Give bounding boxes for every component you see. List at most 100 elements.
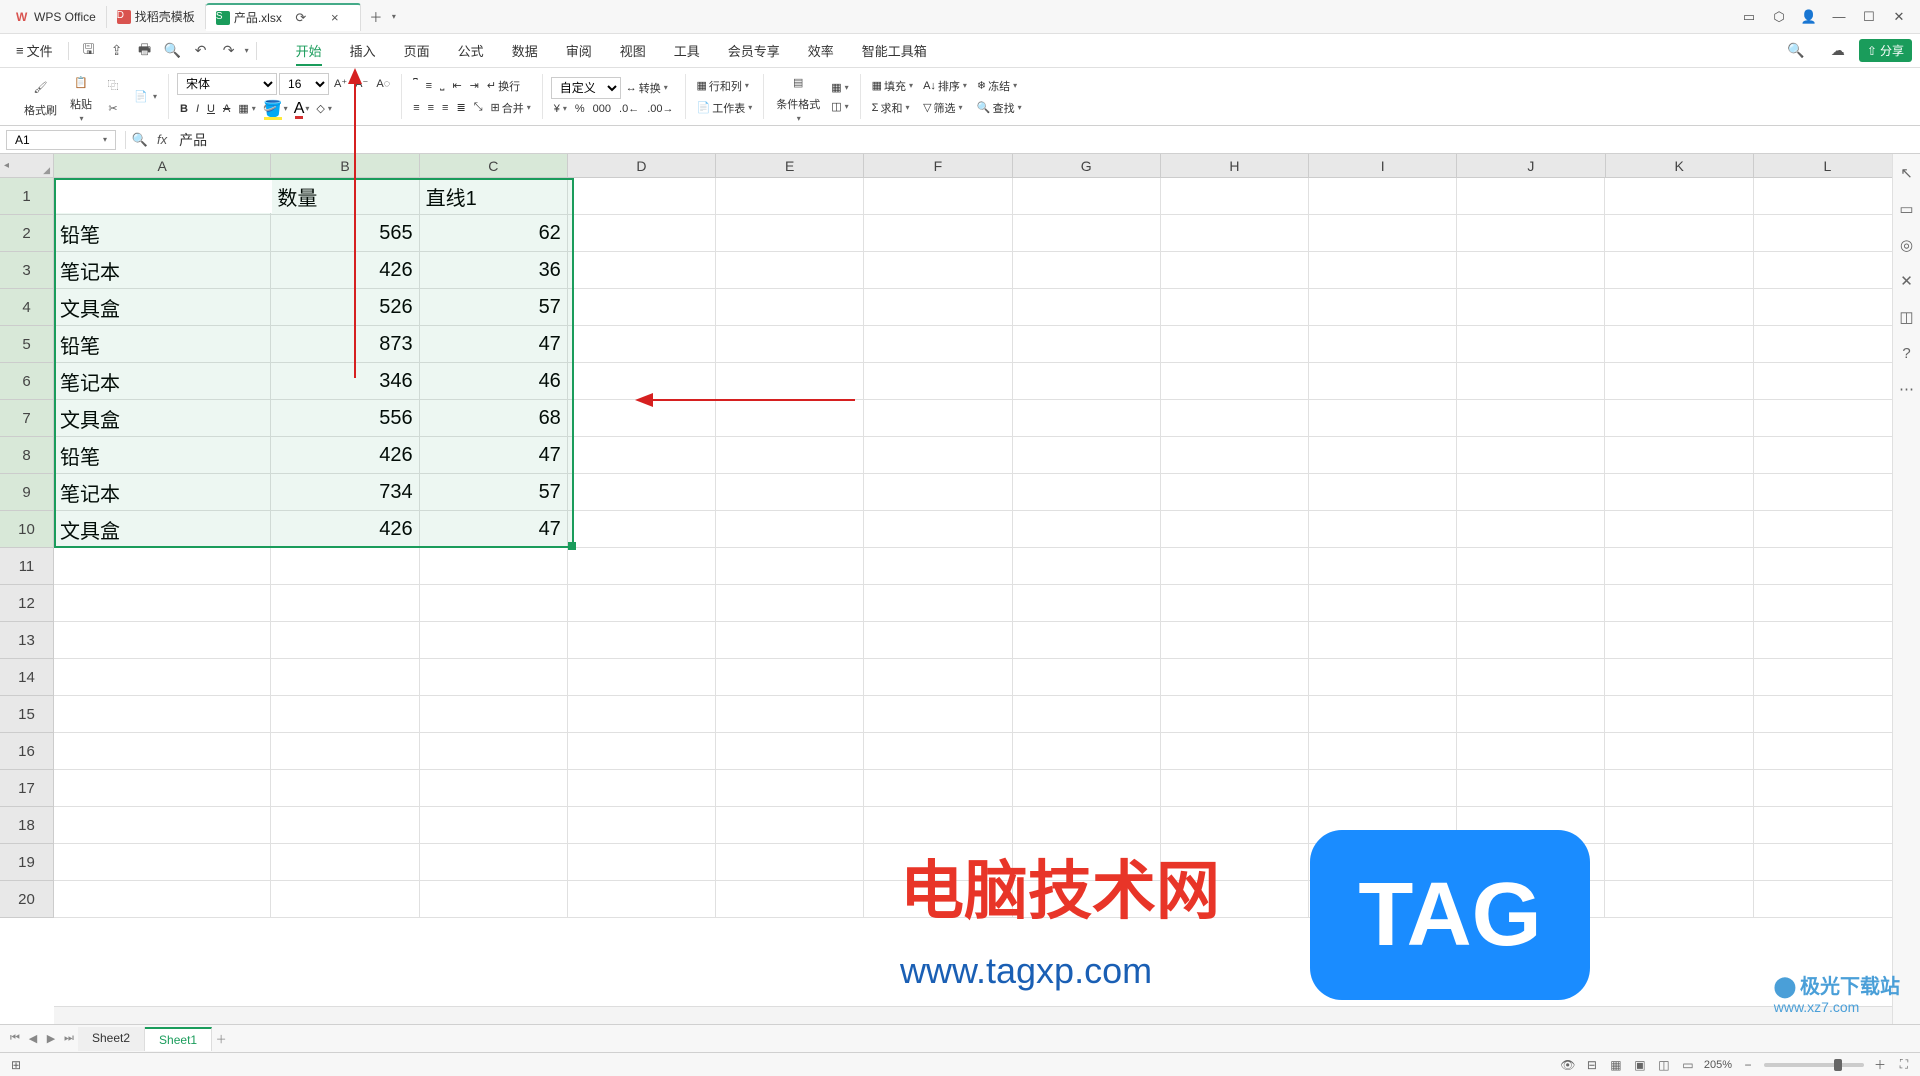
cell-E20[interactable] bbox=[716, 881, 864, 918]
cell-H13[interactable] bbox=[1161, 622, 1309, 659]
cell-H1[interactable] bbox=[1161, 178, 1309, 215]
cell-B19[interactable] bbox=[271, 844, 419, 881]
cell-A5[interactable]: 铅笔 bbox=[54, 326, 271, 363]
sheet-tab-Sheet1[interactable]: Sheet1 bbox=[145, 1027, 212, 1051]
cell-K13[interactable] bbox=[1605, 622, 1753, 659]
cell-L19[interactable] bbox=[1754, 844, 1902, 881]
cell-F3[interactable] bbox=[864, 252, 1012, 289]
cell-B14[interactable] bbox=[271, 659, 419, 696]
cell-F16[interactable] bbox=[864, 733, 1012, 770]
font-color-button[interactable]: A▾ bbox=[292, 98, 312, 120]
panel-icon-1[interactable]: ▭ bbox=[1898, 200, 1916, 218]
cell-I15[interactable] bbox=[1309, 696, 1457, 733]
menu-tab-5[interactable]: 审阅 bbox=[552, 35, 606, 66]
cell-H20[interactable] bbox=[1161, 881, 1309, 918]
cell-J19[interactable] bbox=[1457, 844, 1605, 881]
cell-L2[interactable] bbox=[1754, 215, 1902, 252]
cell-A12[interactable] bbox=[54, 585, 271, 622]
cell-G5[interactable] bbox=[1013, 326, 1161, 363]
row-header-12[interactable]: 12 bbox=[0, 585, 54, 622]
fill-color-button[interactable]: 🪣▾ bbox=[261, 97, 290, 121]
minimize-icon[interactable]: — bbox=[1830, 8, 1848, 26]
cell-F20[interactable] bbox=[864, 881, 1012, 918]
cell-H11[interactable] bbox=[1161, 548, 1309, 585]
prev-sheet-icon[interactable]: ◀ bbox=[24, 1030, 42, 1048]
eye-icon[interactable]: 👁 bbox=[1560, 1057, 1576, 1073]
row-header-13[interactable]: 13 bbox=[0, 622, 54, 659]
cell-E18[interactable] bbox=[716, 807, 864, 844]
cell-A6[interactable]: 笔记本 bbox=[54, 363, 271, 400]
cell-C17[interactable] bbox=[420, 770, 568, 807]
cell-J17[interactable] bbox=[1457, 770, 1605, 807]
qat-more-dropdown[interactable]: ▾ bbox=[245, 46, 249, 55]
cell-H17[interactable] bbox=[1161, 770, 1309, 807]
cell-E16[interactable] bbox=[716, 733, 864, 770]
fx-icon[interactable]: fx bbox=[157, 132, 167, 147]
cell-E1[interactable] bbox=[716, 178, 864, 215]
cell-H10[interactable] bbox=[1161, 511, 1309, 548]
align-center-button[interactable]: ≡ bbox=[425, 100, 437, 116]
cell-J16[interactable] bbox=[1457, 733, 1605, 770]
last-sheet-icon[interactable]: ⏭ bbox=[60, 1030, 78, 1048]
cell-B6[interactable]: 346 bbox=[271, 363, 419, 400]
cell-I8[interactable] bbox=[1309, 437, 1457, 474]
cell-K2[interactable] bbox=[1605, 215, 1753, 252]
cell-G13[interactable] bbox=[1013, 622, 1161, 659]
table-format-button[interactable]: ▦▾ bbox=[828, 79, 851, 96]
cell-E10[interactable] bbox=[716, 511, 864, 548]
worksheet-button[interactable]: 📄 工作表▾ bbox=[694, 98, 756, 118]
increase-font-button[interactable]: A⁺ bbox=[331, 75, 350, 92]
menu-tab-8[interactable]: 会员专享 bbox=[714, 35, 794, 66]
cell-G19[interactable] bbox=[1013, 844, 1161, 881]
rowcol-button[interactable]: ▦ 行和列▾ bbox=[694, 76, 756, 96]
cell-E17[interactable] bbox=[716, 770, 864, 807]
cell-E15[interactable] bbox=[716, 696, 864, 733]
cell-B12[interactable] bbox=[271, 585, 419, 622]
underline-button[interactable]: U bbox=[204, 101, 218, 117]
row-header-17[interactable]: 17 bbox=[0, 770, 54, 807]
align-bottom-button[interactable]: ⎵ bbox=[437, 77, 447, 94]
cell-A4[interactable]: 文具盒 bbox=[54, 289, 271, 326]
cell-F19[interactable] bbox=[864, 844, 1012, 881]
cell-D13[interactable] bbox=[568, 622, 716, 659]
cell-A8[interactable]: 铅笔 bbox=[54, 437, 271, 474]
cell-G11[interactable] bbox=[1013, 548, 1161, 585]
cell-H9[interactable] bbox=[1161, 474, 1309, 511]
maximize-icon[interactable]: ☐ bbox=[1860, 8, 1878, 26]
font-size-select[interactable]: 16 bbox=[279, 73, 329, 95]
cell-H4[interactable] bbox=[1161, 289, 1309, 326]
formula-input[interactable]: 产品 bbox=[173, 128, 1920, 152]
row-header-7[interactable]: 7 bbox=[0, 400, 54, 437]
cell-L9[interactable] bbox=[1754, 474, 1902, 511]
cell-I12[interactable] bbox=[1309, 585, 1457, 622]
cell-C10[interactable]: 47 bbox=[420, 511, 568, 548]
cell-C20[interactable] bbox=[420, 881, 568, 918]
sum-button[interactable]: Σ 求和▾ bbox=[869, 98, 916, 118]
export-icon[interactable]: ⇪ bbox=[107, 41, 127, 61]
clear-format-button[interactable]: A◌ bbox=[373, 76, 393, 92]
cell-D20[interactable] bbox=[568, 881, 716, 918]
cell-J18[interactable] bbox=[1457, 807, 1605, 844]
cell-H16[interactable] bbox=[1161, 733, 1309, 770]
panel-icon-2[interactable]: ◎ bbox=[1898, 236, 1916, 254]
cell-B1[interactable]: 数量 bbox=[271, 178, 419, 215]
cell-J20[interactable] bbox=[1457, 881, 1605, 918]
zoom-thumb[interactable] bbox=[1834, 1059, 1842, 1071]
cell-A14[interactable] bbox=[54, 659, 271, 696]
menu-tab-10[interactable]: 智能工具箱 bbox=[848, 35, 941, 66]
cell-L1[interactable] bbox=[1754, 178, 1902, 215]
name-box[interactable]: A1▾ bbox=[6, 130, 116, 150]
cell-J15[interactable] bbox=[1457, 696, 1605, 733]
cell-E11[interactable] bbox=[716, 548, 864, 585]
cell-E7[interactable] bbox=[716, 400, 864, 437]
cell-C11[interactable] bbox=[420, 548, 568, 585]
sheet-tab-Sheet2[interactable]: Sheet2 bbox=[78, 1027, 145, 1051]
cell-J9[interactable] bbox=[1457, 474, 1605, 511]
app-tab-wps[interactable]: WWPS Office bbox=[6, 6, 107, 28]
cell-L20[interactable] bbox=[1754, 881, 1902, 918]
cell-L16[interactable] bbox=[1754, 733, 1902, 770]
cell-F17[interactable] bbox=[864, 770, 1012, 807]
fullscreen-icon[interactable]: ⛶ bbox=[1896, 1057, 1912, 1073]
zoom-in-icon[interactable]: ＋ bbox=[1872, 1057, 1888, 1073]
cell-H6[interactable] bbox=[1161, 363, 1309, 400]
